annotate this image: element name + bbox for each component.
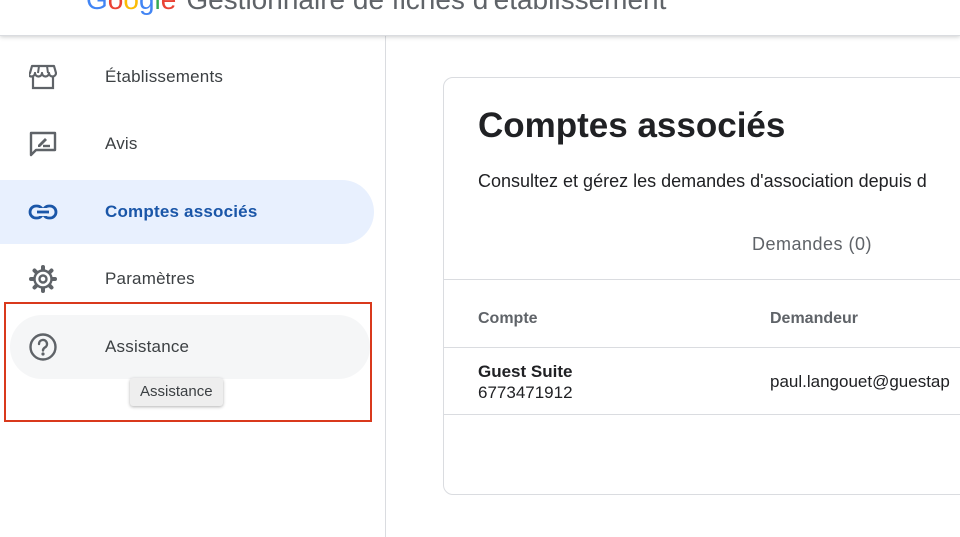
sidebar-item-label: Avis xyxy=(105,134,138,153)
sidebar-item-label: Paramètres xyxy=(105,269,195,288)
product-name: Gestionnaire de fiches d'établissement xyxy=(186,0,666,15)
column-header-demandeur: Demandeur xyxy=(770,310,859,327)
top-app-bar: GoogleGestionnaire de fiches d'établisse… xyxy=(0,0,960,36)
gear-icon xyxy=(27,265,59,293)
help-circle-icon xyxy=(27,333,59,361)
tab-demandes[interactable]: Demandes (0) xyxy=(752,234,872,255)
sidebar-item-label: Comptes associés xyxy=(105,202,258,221)
tooltip: Assistance xyxy=(130,378,223,406)
main-content: Comptes associés Consultez et gérez les … xyxy=(387,36,960,537)
sidebar-item-comptes-associes[interactable]: Comptes associés xyxy=(0,180,374,244)
store-icon xyxy=(27,63,59,91)
divider xyxy=(444,279,960,280)
sidebar-item-avis[interactable]: Avis xyxy=(0,112,374,176)
app-title[interactable]: GoogleGestionnaire de fiches d'établisse… xyxy=(86,0,666,20)
account-name: Guest Suite xyxy=(478,362,573,381)
brand-letter: o xyxy=(108,0,124,15)
rate-review-icon xyxy=(27,130,59,158)
page-title: Comptes associés xyxy=(478,106,786,145)
divider xyxy=(444,414,960,415)
link-icon xyxy=(27,198,59,226)
divider xyxy=(444,347,960,348)
sidebar: Établissements Avis Comptes associés Par… xyxy=(0,36,386,537)
brand-letter: e xyxy=(161,0,177,15)
linked-accounts-card: Comptes associés Consultez et gérez les … xyxy=(443,77,960,495)
brand-letter: g xyxy=(139,0,155,15)
sidebar-item-parametres[interactable]: Paramètres xyxy=(0,247,374,311)
sidebar-item-label: Établissements xyxy=(105,67,224,86)
account-id: 6773471912 xyxy=(478,383,573,402)
sidebar-item-assistance[interactable]: Assistance xyxy=(10,315,370,379)
requester-email: paul.langouet@guestap xyxy=(770,372,950,391)
brand-letter: G xyxy=(86,0,108,15)
column-header-compte: Compte xyxy=(478,310,538,327)
sidebar-item-etablissements[interactable]: Établissements xyxy=(0,45,374,109)
sidebar-item-label: Assistance xyxy=(105,337,190,356)
brand-letter: o xyxy=(123,0,139,15)
page-description: Consultez et gérez les demandes d'associ… xyxy=(478,171,927,191)
